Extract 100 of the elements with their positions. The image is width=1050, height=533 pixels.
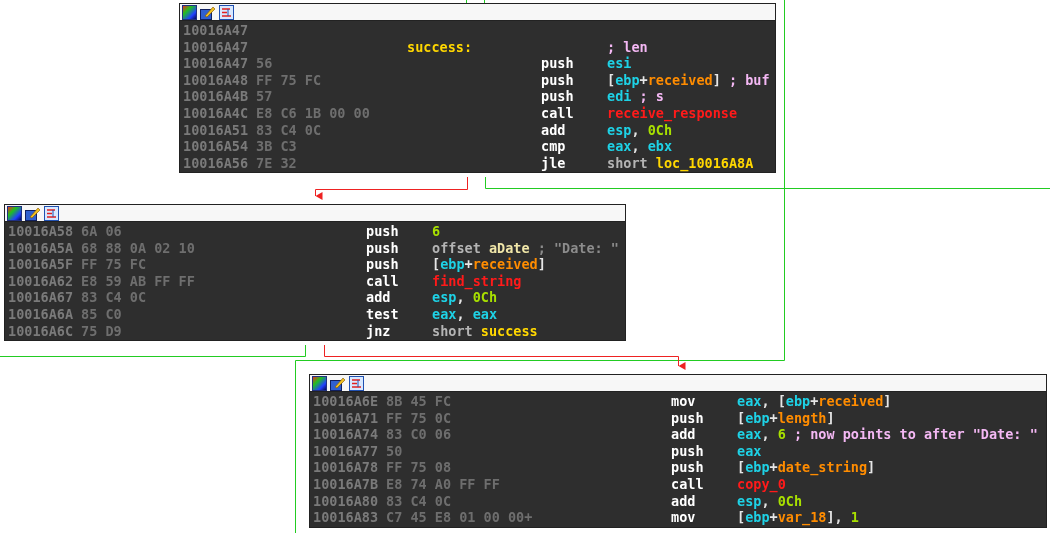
opcode-bytes: FF 75 08 — [386, 459, 452, 476]
opcode-bytes: E8 59 AB FF FF — [81, 272, 195, 290]
operand: offset aDate ; "Date: " — [432, 239, 619, 257]
address: 10016A54 — [183, 138, 249, 155]
mnemonic: call — [366, 272, 399, 289]
opcode-bytes: 68 88 0A 02 10 — [81, 239, 195, 257]
address: 10016A7B — [313, 475, 379, 493]
address: 10016A48 — [183, 71, 249, 89]
edit-icon[interactable] — [25, 205, 41, 221]
opcode-bytes: 83 C0 06 — [386, 426, 452, 443]
operand: ; len — [607, 38, 648, 56]
graph-icon[interactable] — [219, 4, 234, 20]
address: 10016A71 — [313, 409, 379, 427]
mnemonic: mov — [671, 509, 696, 526]
mnemonic: push — [541, 71, 574, 88]
operand: eax — [737, 442, 762, 460]
mnemonic: test — [366, 305, 399, 322]
opcode-bytes: 50 — [386, 442, 403, 460]
operand: eax, [ebp+received] — [737, 393, 892, 410]
mnemonic: call — [671, 475, 704, 492]
opcode-bytes: 75 D9 — [81, 322, 122, 340]
operand: esp, 0Ch — [432, 289, 498, 306]
operand: [ebp+date_string] — [737, 459, 876, 476]
address: 10016A47 — [183, 55, 249, 72]
opcode-bytes: 83 C4 0C — [256, 121, 322, 139]
address: 10016A62 — [8, 272, 74, 290]
opcode-bytes: 85 C0 — [81, 305, 122, 323]
opcode-bytes: FF 75 0C — [386, 409, 452, 427]
operand: [ebp+received] ; buf — [607, 71, 770, 89]
opcode-bytes: 56 — [256, 55, 273, 72]
operand: short success — [432, 322, 538, 340]
opcode-bytes: 3B C3 — [256, 138, 297, 155]
operand: eax, ebx — [607, 138, 673, 155]
opcode-bytes: 83 C4 0C — [386, 492, 452, 510]
address: 10016A6A — [8, 305, 74, 323]
address: 10016A78 — [313, 459, 379, 476]
address: 10016A47 — [183, 22, 249, 39]
mnemonic: add — [366, 289, 391, 306]
mnemonic: cmp — [541, 138, 566, 155]
palette-icon[interactable] — [7, 205, 22, 221]
palette-icon[interactable] — [312, 375, 327, 391]
operand: esi — [607, 55, 632, 72]
opcode-bytes: C7 45 E8 01 00 00+ — [386, 509, 533, 526]
mnemonic: call — [541, 104, 574, 121]
address: 10016A4C — [183, 104, 249, 122]
address: 10016A83 — [313, 509, 379, 526]
address: 10016A5F — [8, 256, 74, 273]
opcode-bytes: FF 75 FC — [81, 256, 147, 273]
opcode-bytes: 83 C4 0C — [81, 289, 147, 306]
operand: [ebp+length] — [737, 409, 835, 427]
address: 10016A56 — [183, 154, 249, 172]
opcode-bytes: 6A 06 — [81, 223, 122, 240]
operand: [ebp+received] — [432, 256, 546, 273]
operand: [ebp+var_18], 1 — [737, 509, 859, 526]
address: 10016A6E — [313, 393, 379, 410]
palette-icon[interactable] — [182, 4, 197, 20]
graph-icon[interactable] — [349, 375, 364, 391]
opcode-bytes: E8 74 A0 FF FF — [386, 475, 500, 493]
mnemonic: jnz — [366, 322, 391, 339]
opcode-bytes: E8 C6 1B 00 00 — [256, 104, 370, 122]
mnemonic: push — [671, 442, 704, 459]
address: 10016A5A — [8, 239, 74, 257]
edit-icon[interactable] — [330, 375, 346, 391]
mnemonic: mov — [671, 393, 696, 409]
mnemonic: push — [671, 409, 704, 426]
operand: copy_0 — [737, 475, 786, 493]
address: 10016A47 — [183, 38, 249, 56]
mnemonic: push — [366, 223, 399, 239]
mnemonic: push — [541, 88, 574, 105]
operand: short loc_10016A8A — [607, 154, 754, 172]
code-label: success: — [407, 38, 473, 55]
mnemonic: push — [366, 256, 399, 273]
operand: find_string — [432, 272, 522, 290]
operand: eax, 6 ; now points to after "Date: " — [737, 426, 1038, 443]
address: 10016A80 — [313, 492, 379, 510]
graph-icon[interactable] — [44, 205, 59, 221]
address: 10016A58 — [8, 223, 74, 240]
mnemonic: add — [671, 426, 696, 443]
operand: 6 — [432, 223, 441, 240]
operand: esp, 0Ch — [607, 121, 673, 139]
operand: edi ; s — [607, 88, 664, 105]
edit-icon[interactable] — [200, 4, 216, 20]
address: 10016A4B — [183, 88, 249, 105]
mnemonic: push — [671, 459, 704, 476]
address: 10016A51 — [183, 121, 249, 139]
mnemonic: push — [541, 55, 574, 72]
address: 10016A77 — [313, 442, 379, 460]
address: 10016A67 — [8, 289, 74, 306]
mnemonic: push — [366, 239, 399, 256]
address: 10016A74 — [313, 426, 379, 443]
mnemonic: jle — [541, 154, 566, 171]
operand: esp, 0Ch — [737, 492, 803, 510]
address: 10016A6C — [8, 322, 74, 340]
operand: receive_response — [607, 104, 738, 122]
mnemonic: add — [541, 121, 566, 138]
mnemonic: add — [671, 492, 696, 509]
opcode-bytes: 7E 32 — [256, 154, 297, 172]
opcode-bytes: 8B 45 FC — [386, 393, 452, 410]
operand: eax, eax — [432, 305, 498, 323]
opcode-bytes: FF 75 FC — [256, 71, 322, 89]
